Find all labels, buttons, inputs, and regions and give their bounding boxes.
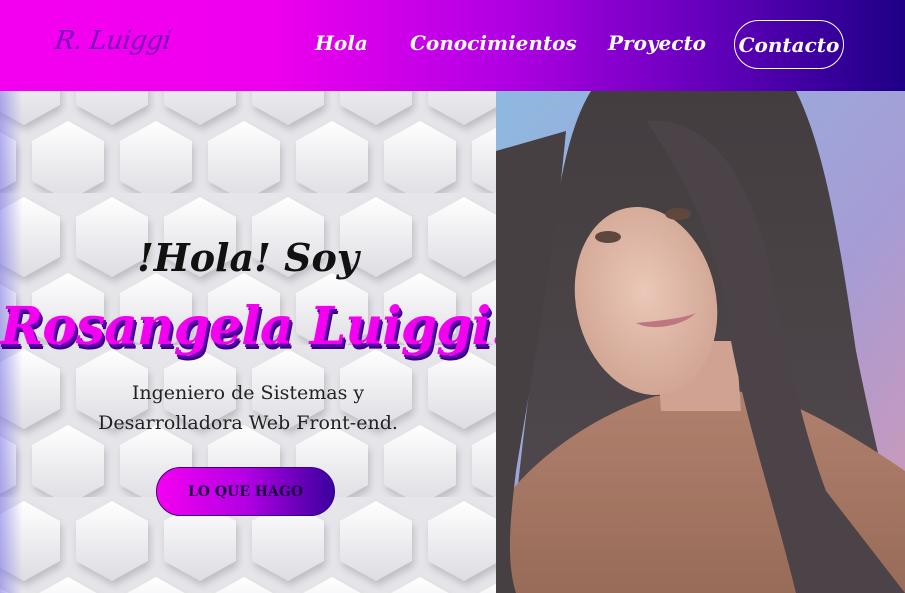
nav-link-conocimientos[interactable]: Conocimientos <box>410 31 577 55</box>
hero-subtitle: Ingeniero de Sistemas y Desarrolladora W… <box>0 378 496 438</box>
nav-link-proyecto[interactable]: Proyecto <box>608 31 706 55</box>
profile-photo <box>496 91 905 593</box>
hero-name: Rosangela Luiggi. <box>0 296 496 357</box>
nav-button-contacto[interactable]: Contacto <box>734 20 844 69</box>
site-logo[interactable]: R. Luiggi <box>53 26 173 56</box>
subtitle-line-2: Desarrolladora Web Front-end. <box>98 412 398 434</box>
subtitle-line-1: Ingeniero de Sistemas y <box>131 382 365 404</box>
lo-que-hago-button[interactable]: LO QUE HAGO <box>156 467 335 516</box>
hero-greeting: !Hola! Soy <box>137 235 359 280</box>
nav-link-hola[interactable]: Hola <box>315 31 368 55</box>
navbar: R. Luiggi Hola Conocimientos Proyecto Co… <box>0 0 905 91</box>
hero-section: !Hola! Soy Rosangela Luiggi. Ingeniero d… <box>0 91 496 593</box>
